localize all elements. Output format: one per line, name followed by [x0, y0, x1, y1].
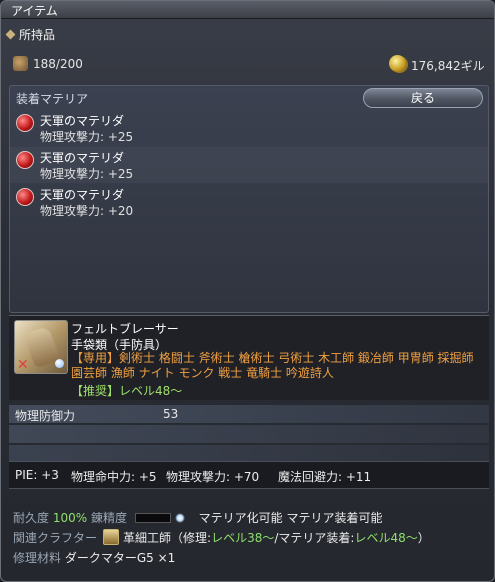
stat-row-physical-defense: 物理防御力 53 — [9, 405, 489, 423]
back-button[interactable]: 戻る — [363, 88, 483, 108]
stat-label: 物理防御力 — [15, 409, 76, 423]
bonus-stat: 物理攻撃力: +70 — [166, 470, 260, 484]
spiritbond-bar — [134, 513, 171, 523]
crafter-suffix: ） — [417, 531, 430, 545]
repair-material-label: 修理材料 — [13, 551, 62, 565]
durability-row: 耐久度 100% 錬精度 マテリア化可能 マテリア装着可能 — [13, 509, 383, 526]
leatherworker-icon — [103, 529, 120, 545]
spiritbond-label: 錬精度 — [90, 511, 127, 525]
materia-panel: 装着マテリア 戻る 天軍のマテリダ 物理攻撃力: +25 天軍のマテリダ 物理攻… — [9, 85, 489, 313]
diamond-icon — [5, 29, 16, 40]
crafter-name: 革細工師 — [123, 531, 172, 545]
materia-stat: 物理攻撃力: +25 — [40, 130, 134, 144]
red-materia-icon — [16, 151, 34, 169]
gil-amount: 176,842ギル — [411, 59, 485, 73]
bonus-stat: 物理命中力: +5 — [71, 470, 157, 484]
materia-attach-text: マテリア装着可能 — [286, 511, 383, 525]
repair-material: ダークマターG5 — [64, 551, 154, 565]
stat-row-empty — [9, 425, 489, 443]
bag-icon — [13, 56, 28, 71]
meld-text: マテリア化可能 — [198, 511, 283, 525]
bonus-stat: 魔法回避力: +11 — [278, 470, 372, 484]
crafter-label: 関連クラフター — [13, 531, 98, 545]
inventory-section-title: 所持品 — [19, 28, 56, 42]
title-bar[interactable]: アイテム — [1, 1, 494, 19]
item-footer: 耐久度 100% 錬精度 マテリア化可能 マテリア装着可能 関連クラフター 革細工… — [9, 509, 489, 579]
materia-slot-2[interactable]: 天軍のマテリダ 物理攻撃力: +25 — [10, 147, 488, 183]
jobs-list: 剣術士 格闘士 斧術士 槍術士 弓術士 木工師 鍛冶師 甲冑師 採掘師 園芸師 … — [71, 351, 474, 380]
materia-stat: 物理攻撃力: +20 — [40, 204, 134, 218]
item-name: フェルトブレーサー — [71, 322, 179, 336]
bonus-stat: PIE: +3 — [15, 468, 59, 482]
crafter-row: 関連クラフター 革細工師（修理:レベル38～/マテリア装着:レベル48～） — [13, 529, 430, 546]
materia-name: 天軍のマテリダ — [40, 151, 125, 165]
item-icon[interactable]: ✕ — [14, 320, 68, 374]
item-jobs: 【専用】剣術士 格闘士 斧術士 槍術士 弓術士 木工師 鍛冶師 甲冑師 採掘師 … — [71, 351, 483, 381]
item-window: アイテム 所持品 188/200 176,842ギル 装着マテリア 戻る 天軍の… — [0, 0, 495, 582]
materia-panel-label: 装着マテリア — [16, 92, 89, 106]
sparkle-icon — [174, 513, 185, 523]
durability-value: 100% — [52, 511, 88, 525]
inventory-summary: 188/200 176,842ギル — [9, 53, 489, 75]
repair-prefix: （修理: — [171, 531, 212, 545]
stat-value: 53 — [163, 407, 179, 421]
repair-material-row: 修理材料 ダークマターG5 ×1 — [13, 549, 175, 566]
inventory-count: 188/200 — [33, 57, 83, 71]
gil-coin-icon — [389, 55, 406, 72]
meld-prefix: /マテリア装着: — [274, 531, 355, 545]
jobs-tag: 【専用】 — [71, 351, 120, 365]
materia-name: 天軍のマテリダ — [40, 114, 125, 128]
red-materia-icon — [16, 114, 34, 132]
materia-slot-3[interactable]: 天軍のマテリダ 物理攻撃力: +20 — [10, 184, 488, 220]
bonus-stats: PIE: +3 物理命中力: +5 物理攻撃力: +70 魔法回避力: +11 — [9, 461, 489, 489]
materia-name: 天軍のマテリダ — [40, 188, 125, 202]
window-title: アイテム — [11, 4, 58, 18]
item-details: ✕ フェルトブレーサー 手袋類（手防具） 【専用】剣術士 格闘士 斧術士 槍術士… — [9, 315, 489, 400]
materia-slot-1[interactable]: 天軍のマテリダ 物理攻撃力: +25 — [10, 110, 488, 146]
materia-orb-icon — [55, 359, 64, 368]
durability-label: 耐久度 — [13, 511, 50, 525]
cannot-equip-icon: ✕ — [17, 357, 29, 373]
red-materia-icon — [16, 188, 34, 206]
recommended-level: 【推奨】レベル48～ — [71, 384, 183, 398]
inventory-section-header: 所持品 — [5, 26, 56, 43]
meld-level: レベル48～ — [354, 531, 418, 545]
repair-material-qty: ×1 — [157, 551, 176, 565]
materia-stat: 物理攻撃力: +25 — [40, 167, 134, 181]
repair-level: レベル38～ — [211, 531, 275, 545]
